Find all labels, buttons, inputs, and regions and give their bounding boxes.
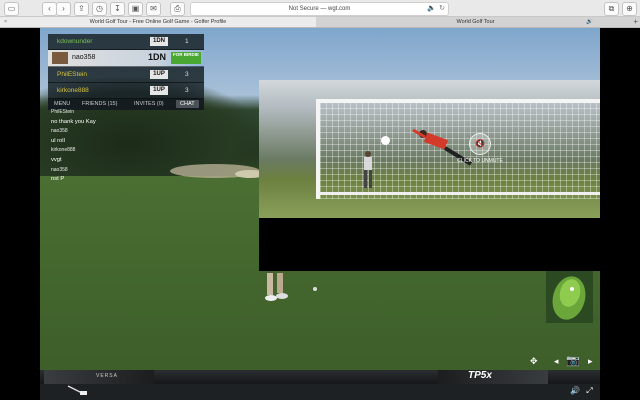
player-name: kdownunder — [57, 38, 93, 45]
player-name: PhilEStein — [57, 71, 87, 78]
speaker-icon[interactable]: 🔈 — [427, 3, 436, 15]
club-selector-left[interactable]: VERSA — [44, 370, 154, 384]
golf-ball — [313, 287, 317, 291]
match-status: 1UP — [150, 86, 168, 95]
reader-icon[interactable]: ▣ — [128, 2, 143, 16]
ad-backdrop — [259, 218, 600, 271]
new-window-icon[interactable]: ⊕ — [622, 2, 637, 16]
tab-friends[interactable]: FRIENDS (15) — [82, 101, 117, 107]
chat-message: ul roll — [51, 137, 65, 144]
browser-toolbar: ▭ ‹ › ⇪ ◷ ↧ ▣ ✉ ⎙ Not Secure — wgt.com 🔈… — [0, 0, 640, 17]
new-tab-button[interactable]: + — [633, 17, 638, 27]
soccer-ball — [381, 136, 390, 145]
camera-icon[interactable]: 📷 — [566, 354, 580, 367]
scoreboard: kdownunder 1DN 1 nao358 1DN FOR BIRDIE P… — [48, 34, 204, 110]
player-name: kirkone888 — [57, 87, 89, 94]
unmute-label: CLICK TO UNMUTE — [457, 158, 503, 164]
player-score: 3 — [185, 71, 189, 78]
player-name: nao358 — [72, 54, 96, 61]
reload-icon[interactable]: ↻ — [439, 3, 445, 15]
game-viewport[interactable]: kdownunder 1DN 1 nao358 1DN FOR BIRDIE P… — [40, 28, 600, 400]
scoreboard-row[interactable]: kirkone888 1UP 3 — [48, 83, 204, 99]
history-icon[interactable]: ◷ — [92, 2, 107, 16]
mute-icon: 🔇 — [469, 133, 491, 155]
tab-golfer-profile[interactable]: × World Golf Tour - Free Online Golf Gam… — [0, 17, 316, 27]
club-bar: VERSA TP5x — [40, 370, 600, 384]
match-status: 1DN — [150, 37, 168, 46]
chat-log: PhilEStein no thank you Kay nao358 ul ro… — [51, 108, 171, 185]
striker-figure — [364, 151, 372, 188]
birdie-badge: FOR BIRDIE — [171, 52, 201, 64]
player-score: 3 — [185, 87, 189, 94]
tabs-overview-icon[interactable]: ⧉ — [604, 2, 619, 16]
chat-message: vvgt — [51, 156, 62, 163]
tab-label: World Golf Tour — [456, 19, 495, 25]
rotate-right-icon[interactable]: ▸ — [588, 356, 593, 367]
mail-icon[interactable]: ✉ — [146, 2, 161, 16]
tab-world-golf-tour[interactable]: World Golf Tour 🔊 — [318, 17, 633, 27]
bottom-icons: 🔊 ⤢ — [570, 386, 593, 396]
scoreboard-row-current[interactable]: nao358 1DN FOR BIRDIE — [48, 50, 204, 67]
url-text: Not Secure — wgt.com — [288, 6, 351, 12]
back-button[interactable]: ‹ — [42, 2, 57, 16]
match-status: 1UP — [150, 70, 168, 79]
player-score: 1 — [185, 38, 189, 45]
chat-user: nao358 — [51, 128, 68, 135]
tab-invites[interactable]: INVITES (0) — [134, 101, 164, 107]
bottom-bar — [40, 384, 600, 400]
downloads-icon[interactable]: ↧ — [110, 2, 125, 16]
tab-menu[interactable]: MENU — [54, 101, 70, 107]
close-tab-icon[interactable]: × — [4, 17, 7, 27]
address-bar[interactable]: Not Secure — wgt.com 🔈 ↻ — [190, 2, 449, 16]
chat-message: no thank you Kay — [51, 118, 96, 125]
chat-user: nao358 — [51, 166, 68, 173]
goal-line — [319, 192, 600, 195]
ball-name: TP5x — [468, 370, 492, 381]
golfer-feet — [265, 273, 288, 301]
rotate-left-icon[interactable]: ◂ — [554, 356, 559, 367]
tab-bar: × World Golf Tour - Free Online Golf Gam… — [0, 17, 640, 28]
club-name: VERSA — [96, 373, 118, 379]
share-icon[interactable]: ⇪ — [74, 2, 89, 16]
fullscreen-icon[interactable]: ⤢ — [586, 386, 592, 395]
match-status: 1DN — [147, 52, 166, 62]
move-arrows-icon[interactable]: ✥ — [530, 356, 538, 367]
sound-icon[interactable]: 🔊 — [570, 386, 580, 395]
print-icon[interactable]: ⎙ — [170, 2, 185, 16]
hole-minimap[interactable] — [546, 271, 593, 323]
chat-message: nst P — [51, 176, 65, 183]
tab-audio-icon[interactable]: 🔊 — [586, 17, 593, 27]
chat-user: kirkone888 — [51, 147, 76, 154]
golf-club-icon[interactable] — [66, 384, 88, 396]
avatar — [52, 52, 68, 64]
scoreboard-row[interactable]: PhilEStein 1UP 3 — [48, 67, 204, 83]
unmute-button[interactable]: 🔇 CLICK TO UNMUTE — [450, 133, 510, 164]
scoreboard-row[interactable]: kdownunder 1DN 1 — [48, 34, 204, 50]
ball-selector[interactable]: TP5x — [438, 370, 548, 384]
chat-user: PhilEStein — [51, 109, 75, 115]
forward-button[interactable]: › — [56, 2, 71, 16]
sidebar-icon[interactable]: ▭ — [4, 2, 19, 16]
video-ad[interactable]: 🔇 CLICK TO UNMUTE — [259, 80, 600, 218]
tab-label: World Golf Tour - Free Online Golf Game … — [89, 19, 227, 25]
tab-chat[interactable]: CHAT — [176, 100, 199, 108]
